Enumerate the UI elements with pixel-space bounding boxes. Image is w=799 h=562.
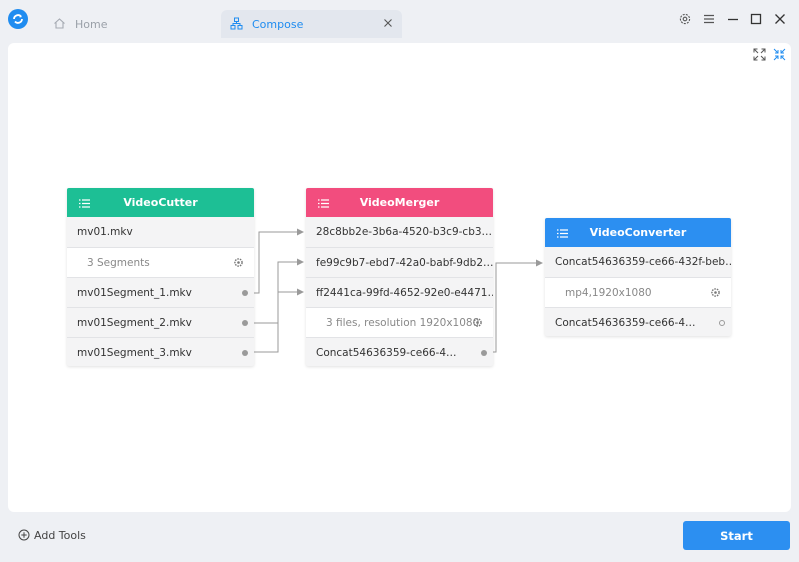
output-port[interactable] [242, 320, 248, 326]
converter-info-text: mp4,1920x1080 [565, 286, 652, 299]
converter-output-file: Concat54636359-ce66-4… [555, 316, 696, 329]
cutter-input-row[interactable]: mv01.mkv [67, 217, 254, 247]
merger-input-row[interactable]: 28c8bb2e-3b6a-4520-b3c9-cb3… [306, 217, 493, 247]
hamburger-icon[interactable] [702, 12, 716, 26]
close-icon[interactable] [383, 18, 393, 28]
tab-compose-label: Compose [252, 17, 304, 31]
merger-output-row[interactable]: Concat54636359-ce66-4… [306, 337, 493, 367]
merger-info-row: 3 files, resolution 1920x1080 [306, 307, 493, 337]
output-port[interactable] [242, 350, 248, 356]
video-merger-title: VideoMerger [359, 196, 440, 209]
cutter-info-row: 3 Segments [67, 247, 254, 277]
plus-circle-icon [18, 529, 30, 541]
cutter-output-file: mv01Segment_1.mkv [77, 286, 192, 299]
merger-info-text: 3 files, resolution 1920x1080 [326, 316, 480, 329]
tab-home[interactable]: Home [48, 10, 208, 38]
cutter-input-file: mv01.mkv [77, 226, 133, 238]
add-tools-button[interactable]: Add Tools [18, 528, 86, 542]
output-port[interactable] [481, 350, 487, 356]
video-converter-title: VideoConverter [589, 226, 687, 239]
gear-icon[interactable] [233, 257, 244, 268]
cutter-output-file: mv01Segment_2.mkv [77, 316, 192, 329]
converter-input-file: Concat54636359-ce66-432f-beb… [555, 256, 731, 268]
title-bar: Home Compose [0, 0, 799, 40]
converter-info-row: mp4,1920x1080 [545, 277, 731, 307]
merger-input-row[interactable]: fe99c9b7-ebd7-42a0-babf-9db2… [306, 247, 493, 277]
minimize-icon[interactable] [726, 12, 740, 26]
maximize-icon[interactable] [749, 12, 763, 26]
converter-output-row[interactable]: Concat54636359-ce66-4… [545, 307, 731, 337]
merger-input-file: fe99c9b7-ebd7-42a0-babf-9db2… [316, 256, 493, 269]
merger-input-file: 28c8bb2e-3b6a-4520-b3c9-cb3… [316, 226, 493, 238]
cutter-output-row[interactable]: mv01Segment_3.mkv [67, 337, 254, 367]
merger-input-file: ff2441ca-99fd-4652-92e0-e4471… [316, 286, 493, 299]
merger-output-file: Concat54636359-ce66-4… [316, 346, 457, 359]
video-cutter-title: VideoCutter [123, 196, 198, 209]
cutter-output-row[interactable]: mv01Segment_1.mkv [67, 277, 254, 307]
video-cutter-node[interactable]: VideoCutter mv01.mkv 3 Segments mv01Segm… [67, 188, 254, 366]
home-icon [53, 17, 67, 31]
expand-icon[interactable] [753, 48, 766, 61]
output-port[interactable] [719, 320, 725, 326]
video-cutter-header[interactable]: VideoCutter [67, 188, 254, 217]
tab-compose[interactable]: Compose [221, 10, 402, 38]
gear-icon[interactable] [710, 287, 721, 298]
cutter-output-file: mv01Segment_3.mkv [77, 346, 192, 359]
video-merger-node[interactable]: VideoMerger 28c8bb2e-3b6a-4520-b3c9-cb3…… [306, 188, 493, 366]
gear-icon[interactable] [678, 12, 692, 26]
video-converter-header[interactable]: VideoConverter [545, 218, 731, 247]
cutter-info-text: 3 Segments [87, 256, 150, 269]
flow-icon [230, 17, 244, 31]
video-merger-header[interactable]: VideoMerger [306, 188, 493, 217]
start-button[interactable]: Start [683, 521, 790, 550]
cutter-output-row[interactable]: mv01Segment_2.mkv [67, 307, 254, 337]
merger-input-row[interactable]: ff2441ca-99fd-4652-92e0-e4471… [306, 277, 493, 307]
app-logo-icon [8, 9, 28, 29]
video-converter-node[interactable]: VideoConverter Concat54636359-ce66-432f-… [545, 218, 731, 336]
converter-input-row[interactable]: Concat54636359-ce66-432f-beb… [545, 247, 731, 277]
add-tools-label: Add Tools [34, 528, 86, 542]
gear-icon[interactable] [472, 317, 483, 328]
output-port[interactable] [242, 290, 248, 296]
tab-home-label: Home [75, 17, 108, 31]
collapse-icon[interactable] [773, 48, 786, 61]
window-close-icon[interactable] [773, 12, 787, 26]
